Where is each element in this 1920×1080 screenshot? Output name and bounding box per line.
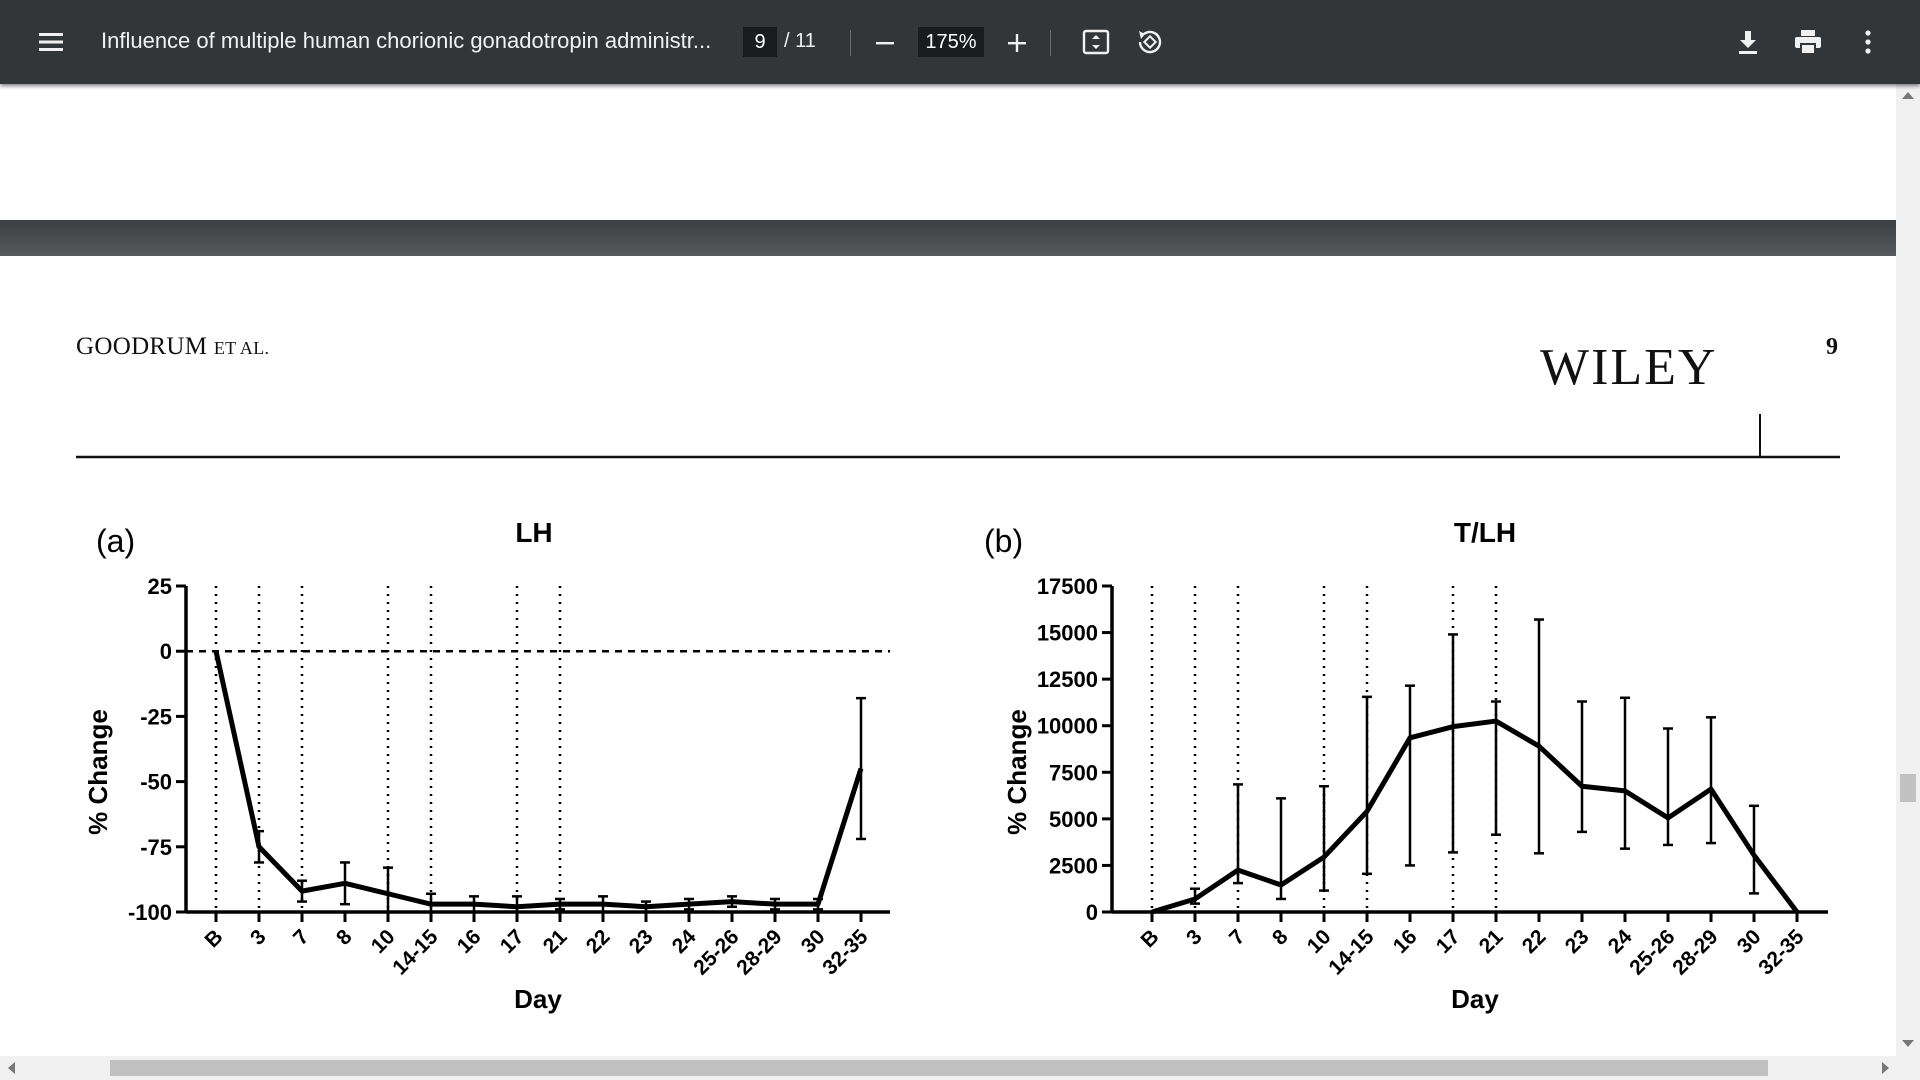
figure-charts: (a) LH Day % Change 250-25-50-75-100B 3 7 8… [76, 414, 1840, 1014]
chart-b-series-line [1151, 718, 1799, 915]
chart-b-y-tick-label: 10000 [1037, 714, 1098, 739]
chart-a-x-tick-label: 24 [668, 925, 701, 958]
chart-a-x-tick-label: 14-15 [388, 925, 442, 979]
scroll-down-arrow-icon[interactable] [1902, 1040, 1914, 1047]
print-icon[interactable] [1790, 24, 1826, 60]
chart-b-x-tick-label: 10 [1303, 925, 1336, 958]
chart-a-plot: 250-25-50-75-100B 3 7 8 1014-15 16 17 21 22 23 242… [128, 574, 890, 980]
chart-b-x-tick-label: 17 [1432, 925, 1465, 958]
chart-b-x-tick-label: 28-29 [1668, 925, 1722, 979]
pdf-page: GOODRUM ET AL. WILEY 9 (a) LH Day % Chan… [0, 256, 1896, 1056]
vertical-scroll-thumb[interactable] [1900, 774, 1916, 802]
previous-page-bottom [0, 84, 1896, 220]
chart-b-panel-label: (b) [984, 523, 1023, 559]
chart-b-x-tick-label: 8 [1268, 925, 1293, 950]
chart-b-x-tick-label: 24 [1604, 925, 1637, 958]
chart-a-x-tick-label: B [201, 925, 228, 952]
chart-a-y-tick-label: -25 [140, 704, 172, 729]
chart-b-ylabel: % Change [1002, 709, 1032, 835]
chart-a-y-tick-label: -50 [140, 770, 172, 795]
chart-b-x-tick-label: 23 [1561, 925, 1594, 958]
chart-b-y-tick-label: 15000 [1037, 621, 1098, 646]
chart-a-ylabel: % Change [83, 709, 113, 835]
chart-a-x-tick-label: 17 [496, 925, 529, 958]
chart-b-xlabel: Day [1451, 984, 1499, 1014]
chart-a-y-tick-label: 25 [148, 574, 172, 599]
document-viewport[interactable]: GOODRUM ET AL. WILEY 9 (a) LH Day % Chan… [0, 84, 1896, 1056]
chart-a-x-tick-label: 3 [246, 925, 271, 950]
document-title: Influence of multiple human chorionic go… [101, 28, 712, 53]
chart-b-x-tick-label: 21 [1475, 925, 1508, 958]
chart-b-y-tick-label: 7500 [1049, 760, 1098, 785]
chart-b-x-tick-label: 30 [1733, 925, 1766, 958]
chart-a-y-tick-label: -75 [140, 835, 172, 860]
page-total: / 11 [784, 30, 816, 52]
fit-to-page-icon[interactable] [1078, 24, 1114, 60]
chart-a-x-tick-label: 10 [367, 925, 400, 958]
chart-b-y-tick-label: 5000 [1049, 807, 1098, 832]
chart-b-x-tick-label: 14-15 [1324, 925, 1378, 979]
chart-a-x-tick-label: 8 [332, 925, 357, 950]
chart-b-x-tick-label: 25-26 [1625, 925, 1679, 979]
chart-a-x-tick-label: 16 [453, 925, 486, 958]
horizontal-scroll-thumb[interactable] [110, 1060, 1768, 1076]
toolbar-divider [1050, 30, 1051, 56]
chart-a-y-tick-label: 0 [160, 639, 172, 664]
chart-b-x-tick-label: B [1137, 925, 1164, 952]
chart-b-y-tick-label: 12500 [1037, 667, 1098, 692]
chart-b-plot: 175001500012500100007500500025000B 3 7 8 101… [1037, 574, 1828, 980]
chart-a-x-tick-label: 21 [539, 925, 572, 958]
chart-a-x-tick-label: 23 [625, 925, 658, 958]
plus-icon[interactable] [1000, 26, 1034, 60]
chart-b-y-tick-label: 17500 [1037, 574, 1098, 599]
chart-b-x-tick-label: 7 [1225, 925, 1250, 950]
chart-b-y-tick-label: 2500 [1049, 853, 1098, 878]
chart-b-x-tick-label: 22 [1518, 925, 1551, 958]
scroll-left-arrow-icon[interactable] [8, 1062, 15, 1074]
chart-a-x-tick-label: 28-29 [732, 925, 786, 979]
chart-b-title: T/LH [1454, 517, 1516, 548]
toolbar-divider [850, 30, 851, 56]
chart-a-series-line [213, 650, 864, 910]
pdf-toolbar: Influence of multiple human chorionic go… [0, 0, 1920, 84]
chart-a-x-tick-label: 30 [797, 925, 830, 958]
hamburger-menu-icon[interactable] [34, 24, 68, 60]
rotate-icon[interactable] [1132, 24, 1168, 60]
download-icon[interactable] [1730, 24, 1766, 60]
minus-icon[interactable] [868, 26, 902, 60]
chart-a-x-tick-label: 22 [582, 925, 615, 958]
chart-b-x-tick-label: 3 [1182, 925, 1207, 950]
chart-b-x-tick-label: 16 [1389, 925, 1422, 958]
page-separator [0, 220, 1896, 256]
page-number-input[interactable]: 9 [743, 27, 777, 57]
horizontal-scrollbar[interactable] [0, 1056, 1920, 1080]
chart-a-panel-label: (a) [96, 523, 135, 559]
zoom-level-input[interactable]: 175% [918, 27, 984, 57]
chart-b-y-tick-label: 0 [1086, 900, 1098, 925]
chart-a-title: LH [515, 517, 552, 548]
chart-b-x-tick-label: 32-35 [1754, 925, 1808, 979]
chart-a-x-tick-label: 7 [289, 925, 314, 950]
chart-a-x-tick-label: 32-35 [818, 925, 872, 979]
chart-a-xlabel: Day [514, 984, 562, 1014]
chart-a-x-tick-label: 25-26 [689, 925, 743, 979]
scroll-up-arrow-icon[interactable] [1902, 92, 1914, 99]
chart-a-y-tick-label: -100 [128, 900, 172, 925]
vertical-scrollbar[interactable] [1896, 84, 1920, 1056]
more-vertical-icon[interactable] [1852, 24, 1884, 60]
scroll-right-arrow-icon[interactable] [1882, 1062, 1889, 1074]
